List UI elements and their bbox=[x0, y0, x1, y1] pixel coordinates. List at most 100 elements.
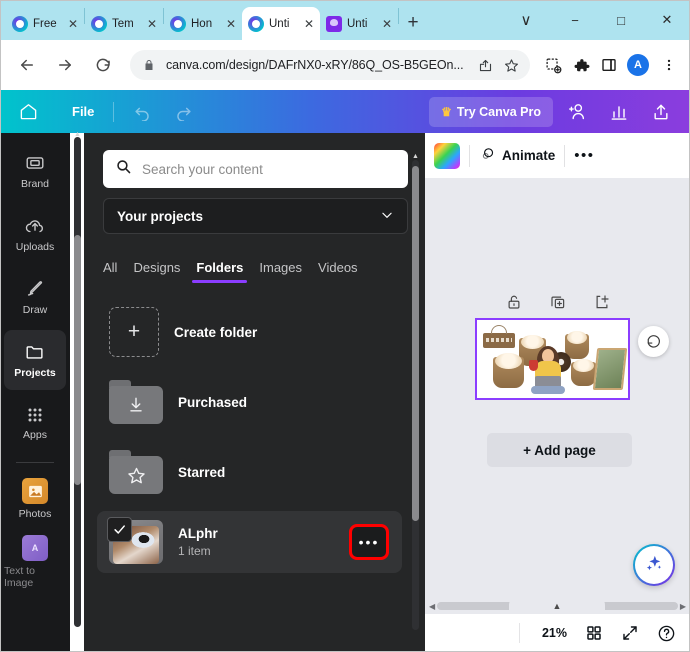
magic-ai-button[interactable] bbox=[633, 544, 675, 586]
list-item-title: ALphr bbox=[178, 526, 218, 541]
zoom-level[interactable]: 21% bbox=[542, 626, 567, 640]
share-export-icon[interactable] bbox=[642, 97, 680, 127]
text-to-image-icon: A bbox=[22, 535, 48, 561]
tab-designs[interactable]: Designs bbox=[133, 260, 180, 283]
grid-view-icon[interactable] bbox=[585, 624, 603, 642]
back-icon[interactable] bbox=[12, 50, 42, 80]
duplicate-page-icon[interactable] bbox=[549, 293, 567, 316]
add-collaborator-icon[interactable] bbox=[557, 97, 596, 127]
bookmark-star-icon[interactable] bbox=[502, 56, 520, 74]
minimize-icon[interactable]: − bbox=[552, 0, 598, 40]
analytics-icon[interactable] bbox=[600, 97, 638, 127]
profile-avatar[interactable]: A bbox=[627, 54, 649, 76]
browser-tab-2[interactable]: Hon ✕ bbox=[164, 7, 242, 40]
tab-label: Unti bbox=[269, 17, 290, 30]
list-item-text: Purchased bbox=[178, 395, 392, 410]
forward-icon[interactable] bbox=[50, 50, 80, 80]
sidebar-item-text-to-image[interactable]: A Text to Image bbox=[4, 532, 66, 592]
canva-left-rail: Brand Uploads Draw Projects Apps Photos … bbox=[0, 133, 70, 652]
rail-scrollbar[interactable]: ▲ bbox=[74, 131, 81, 627]
photos-icon bbox=[22, 478, 48, 504]
new-tab-button[interactable]: + bbox=[399, 9, 427, 37]
folder-more-options-button[interactable]: ••• bbox=[349, 524, 389, 560]
browser-tab-1[interactable]: Tem ✕ bbox=[85, 7, 163, 40]
sidebar-item-photos[interactable]: Photos bbox=[4, 469, 66, 529]
list-item-title: Starred bbox=[178, 464, 226, 480]
sidebar-item-draw[interactable]: Draw bbox=[4, 267, 66, 327]
expand-icon[interactable] bbox=[621, 624, 639, 642]
latte-foam bbox=[573, 359, 594, 372]
screenshot-capture-icon[interactable] bbox=[540, 50, 566, 80]
sidebar-item-brand[interactable]: Brand bbox=[4, 141, 66, 201]
rotate-icon[interactable] bbox=[638, 326, 669, 357]
sidebar-item-label: Projects bbox=[14, 367, 56, 379]
browser-window: Free ✕ Tem ✕ Hon ✕ Unti ✕ Unti ✕ + ∨ − □… bbox=[0, 0, 690, 652]
search-input[interactable]: Search your content bbox=[103, 150, 408, 188]
extensions-puzzle-icon[interactable] bbox=[568, 50, 594, 80]
tab-all[interactable]: All bbox=[103, 260, 117, 283]
window-controls: ∨ − □ ✕ bbox=[500, 0, 690, 40]
help-icon[interactable] bbox=[657, 624, 676, 643]
close-window-icon[interactable]: ✕ bbox=[644, 0, 690, 40]
tab-videos[interactable]: Videos bbox=[318, 260, 358, 283]
scroll-right-icon[interactable]: ▶ bbox=[680, 602, 686, 611]
scroll-up-icon[interactable]: ▲ bbox=[412, 153, 419, 160]
tab-folders[interactable]: Folders bbox=[192, 260, 248, 283]
reload-icon[interactable] bbox=[88, 50, 118, 80]
undo-icon[interactable] bbox=[124, 97, 161, 127]
folder-icon bbox=[26, 346, 43, 359]
download-icon bbox=[130, 397, 142, 412]
browser-tab-0[interactable]: Free ✕ bbox=[6, 7, 84, 40]
sidebar-item-label: Draw bbox=[22, 304, 48, 316]
toolbar-divider bbox=[564, 144, 566, 167]
design-color-swatch[interactable] bbox=[434, 142, 460, 169]
panel-scrollbar[interactable]: ▲ bbox=[412, 153, 419, 630]
canva-favicon-icon bbox=[170, 15, 186, 32]
share-icon[interactable] bbox=[476, 56, 494, 74]
scroll-up-icon[interactable]: ▲ bbox=[74, 131, 81, 138]
projects-scope-dropdown[interactable]: Your projects bbox=[103, 198, 408, 234]
maximize-icon[interactable]: □ bbox=[598, 0, 644, 40]
browser-tab-3-active[interactable]: Unti ✕ bbox=[242, 7, 320, 40]
expand-pages-handle[interactable]: ▲ bbox=[509, 598, 605, 614]
browser-navbar: canva.com/design/DAFrNX0-xRY/86Q_OS-B5GE… bbox=[0, 40, 690, 90]
add-page-icon[interactable] bbox=[593, 293, 611, 316]
list-item-alphr[interactable]: ALphr 1 item ••• bbox=[97, 511, 402, 573]
home-icon[interactable] bbox=[10, 97, 47, 127]
editor-more-options-button[interactable]: ••• bbox=[574, 148, 594, 163]
close-icon[interactable]: ✕ bbox=[382, 18, 392, 30]
rail-scrollbar-thumb[interactable] bbox=[74, 235, 81, 485]
folder-thumbnail bbox=[107, 517, 163, 564]
panel-scrollbar-thumb[interactable] bbox=[412, 166, 419, 521]
tab-images[interactable]: Images bbox=[259, 260, 302, 283]
side-panel-icon[interactable] bbox=[596, 50, 622, 80]
lock-open-icon[interactable] bbox=[505, 293, 523, 316]
add-page-button[interactable]: + Add page bbox=[487, 433, 632, 467]
list-item-create-folder[interactable]: + Create folder bbox=[97, 301, 402, 363]
sign-text bbox=[486, 338, 512, 342]
close-icon[interactable]: ✕ bbox=[226, 18, 236, 30]
tab-search-chevron-down-icon[interactable]: ∨ bbox=[500, 0, 552, 40]
design-page-thumbnail[interactable] bbox=[475, 318, 630, 400]
animate-button[interactable]: Animate bbox=[479, 146, 555, 166]
tab-label: Free bbox=[33, 17, 57, 30]
list-item-starred[interactable]: Starred bbox=[97, 441, 402, 503]
scroll-left-icon[interactable]: ◀ bbox=[429, 602, 435, 611]
close-icon[interactable]: ✕ bbox=[147, 18, 157, 30]
address-bar[interactable]: canva.com/design/DAFrNX0-xRY/86Q_OS-B5GE… bbox=[130, 50, 530, 80]
file-menu-button[interactable]: File bbox=[63, 97, 103, 127]
tab-label: Hon bbox=[191, 17, 213, 30]
close-icon[interactable]: ✕ bbox=[304, 18, 314, 30]
sidebar-item-projects[interactable]: Projects bbox=[4, 330, 66, 390]
redo-icon[interactable] bbox=[165, 97, 202, 127]
sidebar-item-uploads[interactable]: Uploads bbox=[4, 204, 66, 264]
checkbox-checked-icon[interactable] bbox=[107, 517, 132, 542]
browser-menu-icon[interactable] bbox=[656, 50, 682, 80]
list-item-purchased[interactable]: Purchased bbox=[97, 371, 402, 433]
close-icon[interactable]: ✕ bbox=[68, 18, 78, 30]
browser-tab-4[interactable]: Unti ✕ bbox=[320, 7, 398, 40]
lock-icon bbox=[140, 56, 158, 74]
search-icon bbox=[115, 158, 132, 180]
try-canva-pro-button[interactable]: ♛ Try Canva Pro bbox=[429, 96, 553, 127]
sidebar-item-apps[interactable]: Apps bbox=[4, 393, 66, 453]
